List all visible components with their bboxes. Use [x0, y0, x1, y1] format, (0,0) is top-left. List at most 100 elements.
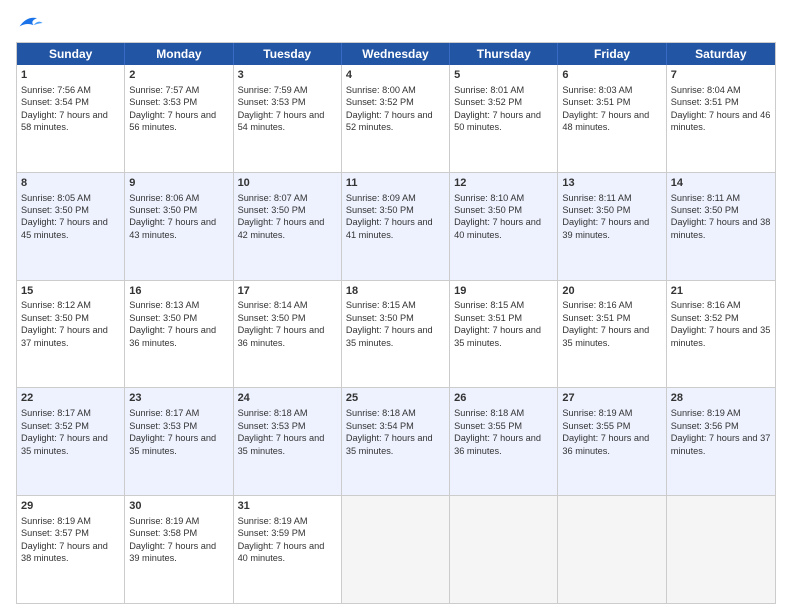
- daylight-text: Daylight: 7 hours and 48 minutes.: [562, 110, 649, 132]
- day-number: 11: [346, 176, 445, 191]
- sunrise-text: Sunrise: 8:18 AM: [238, 408, 308, 418]
- calendar-cell: 7Sunrise: 8:04 AMSunset: 3:51 PMDaylight…: [667, 65, 775, 172]
- sunset-text: Sunset: 3:52 PM: [671, 313, 739, 323]
- day-number: 8: [21, 176, 120, 191]
- calendar-cell: 4 Sunrise: 8:00 AM Sunset: 3:52 PM Daylight…: [342, 65, 450, 172]
- day-number: 1: [21, 68, 120, 83]
- sunset-text: Sunset: 3:50 PM: [238, 313, 306, 323]
- daylight-text: Daylight: 7 hours and 35 minutes.: [21, 433, 108, 455]
- day-number: 22: [21, 391, 120, 406]
- calendar-cell: 6Sunrise: 8:03 AMSunset: 3:51 PMDaylight…: [558, 65, 666, 172]
- sunrise-text: Sunrise: 8:19 AM: [129, 516, 199, 526]
- calendar-cell: 1 Sunrise: 7:56 AM Sunset: 3:54 PM Daylight…: [17, 65, 125, 172]
- sunset-text: Sunset: 3:52 PM: [454, 97, 522, 107]
- sunset-text: Sunset: 3:50 PM: [346, 313, 414, 323]
- sunrise-text: Sunrise: 8:11 AM: [671, 193, 740, 203]
- sunset-text: Sunset: 3:50 PM: [21, 313, 89, 323]
- sunrise-text: Sunrise: 7:59 AM: [238, 85, 308, 95]
- daylight-text: Daylight: 7 hours and 36 minutes.: [454, 433, 541, 455]
- calendar-cell: 24Sunrise: 8:18 AMSunset: 3:53 PMDayligh…: [234, 388, 342, 495]
- calendar-cell: 27Sunrise: 8:19 AMSunset: 3:55 PMDayligh…: [558, 388, 666, 495]
- calendar-row-0: 1 Sunrise: 7:56 AM Sunset: 3:54 PM Daylight…: [17, 65, 775, 172]
- calendar-row-2: 15Sunrise: 8:12 AMSunset: 3:50 PMDayligh…: [17, 280, 775, 388]
- daylight-text: Daylight: 7 hours and 36 minutes.: [562, 433, 649, 455]
- sunrise-text: Sunrise: 8:06 AM: [129, 193, 199, 203]
- sunset-text: Sunset: 3:50 PM: [129, 205, 197, 215]
- daylight-text: Daylight: 7 hours and 58 minutes.: [21, 110, 108, 132]
- logo-icon: [16, 12, 44, 34]
- daylight-text: Daylight: 7 hours and 37 minutes.: [671, 433, 771, 455]
- sunset-text: Sunset: 3:54 PM: [21, 97, 89, 107]
- day-number: 26: [454, 391, 553, 406]
- day-number: 31: [238, 499, 337, 514]
- daylight-text: Daylight: 7 hours and 38 minutes.: [21, 541, 108, 563]
- calendar-cell: 11Sunrise: 8:09 AMSunset: 3:50 PMDayligh…: [342, 173, 450, 280]
- header-day-tuesday: Tuesday: [234, 43, 342, 65]
- day-number: 28: [671, 391, 771, 406]
- sunset-text: Sunset: 3:51 PM: [562, 313, 630, 323]
- calendar-header: SundayMondayTuesdayWednesdayThursdayFrid…: [17, 43, 775, 65]
- day-number: 7: [671, 68, 771, 83]
- sunrise-text: Sunrise: 8:12 AM: [21, 300, 91, 310]
- daylight-text: Daylight: 7 hours and 40 minutes.: [454, 217, 541, 239]
- daylight-text: Daylight: 7 hours and 37 minutes.: [21, 325, 108, 347]
- day-number: 2: [129, 68, 228, 83]
- sunrise-text: Sunrise: 8:10 AM: [454, 193, 524, 203]
- daylight-text: Daylight: 7 hours and 39 minutes.: [562, 217, 649, 239]
- sunrise-text: Sunrise: 8:18 AM: [454, 408, 524, 418]
- sunset-text: Sunset: 3:52 PM: [21, 421, 89, 431]
- sunset-text: Sunset: 3:50 PM: [454, 205, 522, 215]
- calendar-cell: 26Sunrise: 8:18 AMSunset: 3:55 PMDayligh…: [450, 388, 558, 495]
- sunset-text: Sunset: 3:56 PM: [671, 421, 739, 431]
- sunrise-text: Sunrise: 8:19 AM: [21, 516, 91, 526]
- header-day-thursday: Thursday: [450, 43, 558, 65]
- day-number: 14: [671, 176, 771, 191]
- sunset-text: Sunset: 3:50 PM: [238, 205, 306, 215]
- day-number: 4: [346, 68, 445, 83]
- calendar-cell: 5 Sunrise: 8:01 AM Sunset: 3:52 PM Daylight…: [450, 65, 558, 172]
- sunrise-text: Sunrise: 8:01 AM: [454, 85, 524, 95]
- calendar-cell: 23Sunrise: 8:17 AMSunset: 3:53 PMDayligh…: [125, 388, 233, 495]
- calendar-cell: 16Sunrise: 8:13 AMSunset: 3:50 PMDayligh…: [125, 281, 233, 388]
- calendar-cell: 12Sunrise: 8:10 AMSunset: 3:50 PMDayligh…: [450, 173, 558, 280]
- daylight-text: Daylight: 7 hours and 35 minutes.: [346, 325, 433, 347]
- daylight-text: Daylight: 7 hours and 35 minutes.: [346, 433, 433, 455]
- calendar-cell: 17Sunrise: 8:14 AMSunset: 3:50 PMDayligh…: [234, 281, 342, 388]
- sunset-text: Sunset: 3:57 PM: [21, 528, 89, 538]
- sunrise-text: Sunrise: 8:15 AM: [346, 300, 416, 310]
- calendar-cell: 19Sunrise: 8:15 AMSunset: 3:51 PMDayligh…: [450, 281, 558, 388]
- calendar: SundayMondayTuesdayWednesdayThursdayFrid…: [16, 42, 776, 604]
- daylight-text: Daylight: 7 hours and 50 minutes.: [454, 110, 541, 132]
- day-number: 23: [129, 391, 228, 406]
- calendar-row-1: 8Sunrise: 8:05 AMSunset: 3:50 PMDaylight…: [17, 172, 775, 280]
- daylight-text: Daylight: 7 hours and 35 minutes.: [671, 325, 771, 347]
- day-number: 3: [238, 68, 337, 83]
- sunset-text: Sunset: 3:50 PM: [129, 313, 197, 323]
- sunset-text: Sunset: 3:50 PM: [562, 205, 630, 215]
- calendar-cell: 9Sunrise: 8:06 AMSunset: 3:50 PMDaylight…: [125, 173, 233, 280]
- calendar-cell: [667, 496, 775, 603]
- day-number: 29: [21, 499, 120, 514]
- day-number: 16: [129, 284, 228, 299]
- day-number: 5: [454, 68, 553, 83]
- sunrise-text: Sunrise: 8:07 AM: [238, 193, 308, 203]
- daylight-text: Daylight: 7 hours and 54 minutes.: [238, 110, 325, 132]
- sunrise-text: Sunrise: 8:19 AM: [671, 408, 741, 418]
- calendar-row-4: 29 Sunrise: 8:19 AM Sunset: 3:57 PM Dayligh…: [17, 495, 775, 603]
- sunset-text: Sunset: 3:51 PM: [562, 97, 630, 107]
- sunset-text: Sunset: 3:50 PM: [671, 205, 739, 215]
- sunrise-text: Sunrise: 8:14 AM: [238, 300, 308, 310]
- sunrise-text: Sunrise: 8:04 AM: [671, 85, 741, 95]
- sunset-text: Sunset: 3:52 PM: [346, 97, 414, 107]
- sunset-text: Sunset: 3:55 PM: [562, 421, 630, 431]
- sunrise-text: Sunrise: 8:15 AM: [454, 300, 524, 310]
- sunrise-text: Sunrise: 8:03 AM: [562, 85, 632, 95]
- daylight-text: Daylight: 7 hours and 35 minutes.: [454, 325, 541, 347]
- calendar-body: 1 Sunrise: 7:56 AM Sunset: 3:54 PM Daylight…: [17, 65, 775, 603]
- sunrise-text: Sunrise: 7:57 AM: [129, 85, 199, 95]
- sunrise-text: Sunrise: 8:00 AM: [346, 85, 416, 95]
- day-number: 13: [562, 176, 661, 191]
- sunrise-text: Sunrise: 7:56 AM: [21, 85, 91, 95]
- calendar-cell: 8Sunrise: 8:05 AMSunset: 3:50 PMDaylight…: [17, 173, 125, 280]
- daylight-text: Daylight: 7 hours and 52 minutes.: [346, 110, 433, 132]
